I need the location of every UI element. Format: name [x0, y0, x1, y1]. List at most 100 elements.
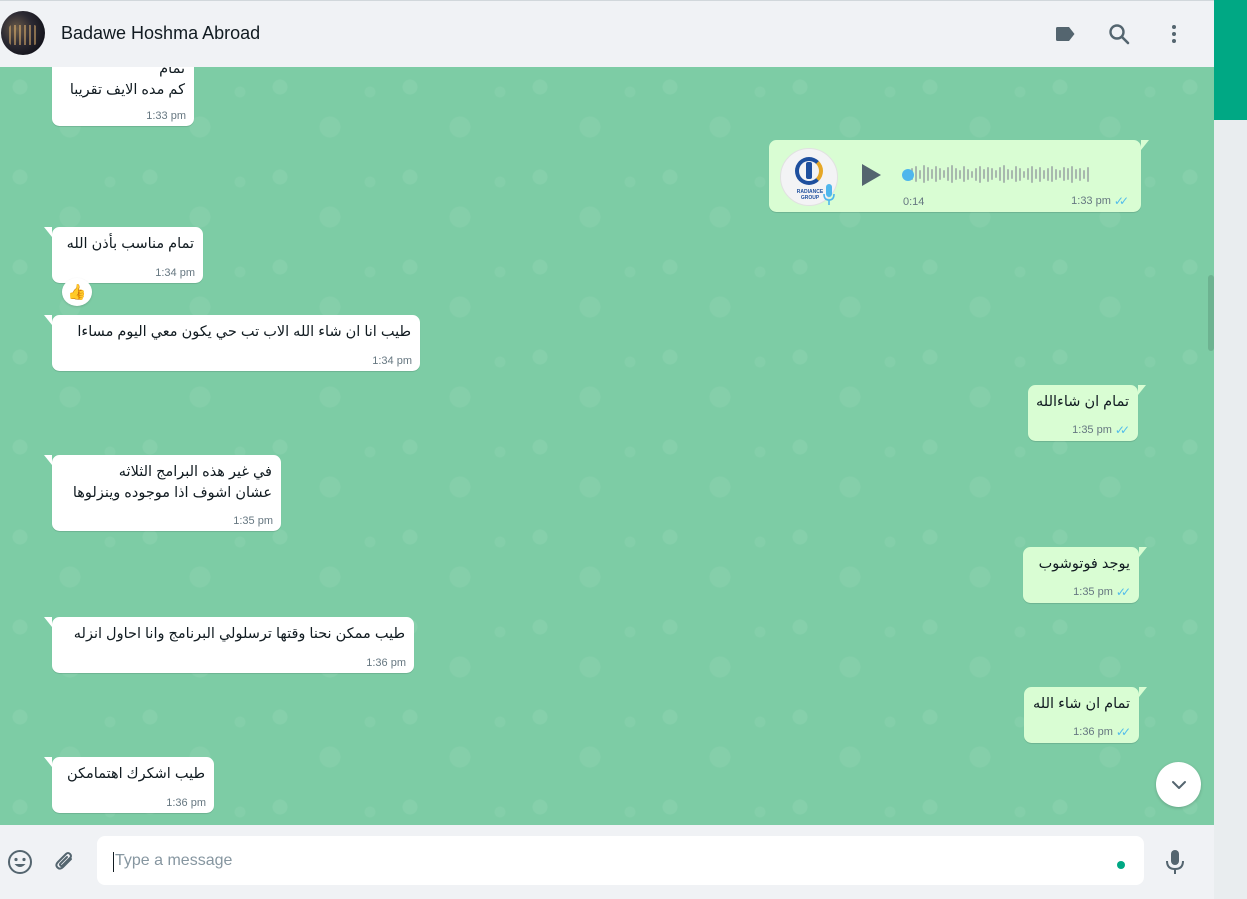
message-text: طيب ممكن نحنا وقتها ترسلولي البرنامج وان…: [73, 626, 405, 642]
waveform-bar: [1055, 168, 1057, 180]
message-incoming[interactable]: طيب اشكرك اهتمامكن 1:36 pm: [44, 757, 214, 813]
waveform-bar: [943, 170, 945, 178]
message-time: 1:36 pm: [166, 797, 206, 809]
read-ticks-icon: ✓✓: [1115, 585, 1131, 599]
message-incoming[interactable]: تمام مناسب بأذن الله 1:34 pm: [44, 227, 203, 283]
waveform-bar: [947, 167, 949, 181]
chevron-down-icon: [1171, 780, 1186, 789]
waveform-bar: [999, 167, 1001, 181]
chat-header[interactable]: Badawe Hoshma Abroad: [0, 0, 1214, 67]
scroll-to-bottom-button[interactable]: [1156, 762, 1201, 807]
waveform-bar: [963, 166, 965, 182]
message-time: 1:35 pm: [1073, 586, 1113, 598]
waveform-bar: [1023, 170, 1025, 178]
waveform-bar: [1071, 165, 1073, 183]
waveform-scrubber[interactable]: [902, 169, 914, 181]
message-time: 1:33 pm: [1071, 195, 1111, 207]
voice-message[interactable]: RADIANCE GROUP 0:14 1:33 pm ✓✓: [769, 140, 1149, 212]
message-outgoing[interactable]: تمام ان شاء الله 1:36 pm ✓✓: [1024, 687, 1147, 743]
message-text: طيب اشكرك اهتمامكن: [66, 766, 205, 782]
mic-badge-icon: [823, 184, 835, 211]
waveform-bar: [1027, 168, 1029, 180]
message-outgoing[interactable]: تمام ان شاءالله 1:35 pm ✓✓: [1028, 385, 1146, 441]
waveform-bar: [967, 168, 969, 180]
message-text: تمام ان شاء الله: [1033, 696, 1130, 712]
message-text: طيب انا ان شاء الله الاب تب حي يكون معي …: [77, 324, 411, 340]
message-text: يوجد فوتوشوب: [1038, 556, 1130, 572]
waveform-bar: [1011, 169, 1013, 179]
attach-icon[interactable]: [51, 848, 79, 876]
waveform-bar: [919, 169, 921, 179]
waveform-bar: [971, 170, 973, 178]
message-incoming[interactable]: تمام كم مده الايف تقريبا 1:33 pm: [52, 67, 194, 126]
status-dot: [1117, 861, 1125, 869]
side-panel-accent: [1214, 0, 1247, 120]
waveform-bar: [1019, 167, 1021, 181]
waveform-bar: [995, 170, 997, 178]
waveform-bar: [1083, 169, 1085, 179]
contact-name[interactable]: Badawe Hoshma Abroad: [61, 23, 260, 44]
waveform-bar: [951, 165, 953, 183]
message-text: تمام مناسب بأذن الله: [66, 236, 194, 252]
waveform-bar: [915, 166, 917, 182]
waveform-bar: [959, 169, 961, 179]
waveform-bar: [1051, 166, 1053, 182]
waveform-bar: [1063, 167, 1065, 181]
mic-icon[interactable]: [1161, 848, 1189, 876]
label-icon[interactable]: [1052, 21, 1078, 47]
waveform-bar: [987, 166, 989, 182]
waveform-bar: [1087, 166, 1089, 182]
waveform-bar: [1079, 167, 1081, 181]
composer: [0, 825, 1214, 899]
waveform-bar: [1043, 169, 1045, 179]
waveform-bar: [935, 166, 937, 182]
waveform-bar: [1039, 166, 1041, 182]
waveform-bar: [1007, 168, 1009, 180]
message-time: 1:34 pm: [155, 267, 195, 279]
menu-icon[interactable]: [1161, 21, 1187, 47]
message-text: تمام ان شاءالله: [1036, 394, 1129, 410]
waveform-bar: [979, 165, 981, 183]
read-ticks-icon: ✓✓: [1115, 725, 1131, 739]
message-incoming[interactable]: طيب ممكن نحنا وقتها ترسلولي البرنامج وان…: [44, 617, 414, 673]
waveform-bar: [1003, 165, 1005, 183]
chat-window: Badawe Hoshma Abroad تمام كم مده الايف ت…: [0, 0, 1214, 899]
read-ticks-icon: ✓✓: [1114, 423, 1130, 437]
messages-pane[interactable]: تمام كم مده الايف تقريبا 1:33 pm RADIANC…: [0, 67, 1214, 825]
waveform-bar: [1067, 168, 1069, 180]
waveform-bar: [923, 165, 925, 183]
side-panel: [1214, 120, 1247, 899]
voice-waveform[interactable]: [902, 163, 1117, 185]
waveform-bar: [955, 168, 957, 180]
message-time: 1:35 pm: [1072, 424, 1112, 436]
voice-duration: 0:14: [903, 196, 925, 208]
search-icon[interactable]: [1106, 21, 1132, 47]
message-time: 1:36 pm: [1073, 726, 1113, 738]
message-time: 1:35 pm: [233, 515, 273, 527]
message-time: 1:36 pm: [366, 657, 406, 669]
waveform-bar: [1059, 170, 1061, 178]
waveform-bar: [1015, 166, 1017, 182]
emoji-icon[interactable]: [6, 848, 34, 876]
waveform-bar: [991, 168, 993, 180]
message-text: تمام: [159, 67, 185, 77]
message-time: 1:33 pm: [146, 110, 186, 122]
waveform-bar: [939, 168, 941, 180]
contact-avatar[interactable]: [1, 11, 45, 55]
message-text: عشان اشوف اذا موجوده وينزلوها: [72, 485, 272, 501]
message-time: 1:34 pm: [372, 355, 412, 367]
waveform-bar: [1035, 169, 1037, 179]
read-ticks-icon: ✓✓: [1113, 194, 1129, 208]
waveform-bar: [1047, 167, 1049, 181]
waveform-bar: [927, 167, 929, 181]
message-outgoing[interactable]: يوجد فوتوشوب 1:35 pm ✓✓: [1023, 547, 1147, 603]
reaction-thumbs-up[interactable]: 👍: [62, 278, 92, 306]
message-input[interactable]: [97, 836, 1144, 885]
waveform-bar: [931, 169, 933, 179]
play-icon[interactable]: [859, 162, 883, 193]
message-incoming[interactable]: طيب انا ان شاء الله الاب تب حي يكون معي …: [44, 315, 420, 371]
message-text: في غير هذه البرامج الثلاثه: [118, 464, 272, 480]
waveform-bar: [1031, 165, 1033, 183]
message-text: كم مده الايف تقريبا: [69, 82, 185, 98]
message-incoming[interactable]: في غير هذه البرامج الثلاثه عشان اشوف اذا…: [44, 455, 281, 531]
